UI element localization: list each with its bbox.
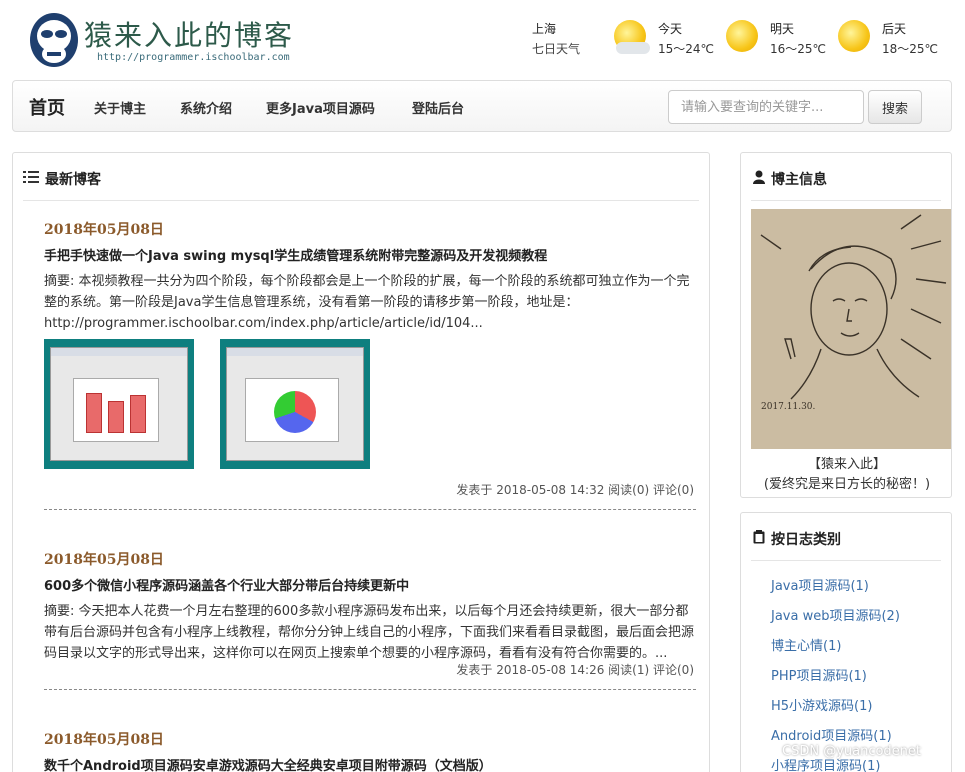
sun-icon (838, 20, 870, 52)
bar-chart-thumbnail (73, 378, 159, 442)
top-navbar: 首页 关于博主 系统介绍 更多Java项目源码 登陆后台 搜索 (12, 80, 952, 132)
post-date: 2018年05月08日 (44, 732, 164, 748)
thumb-bar (108, 401, 124, 433)
weather-day-temp: 15～24℃ (658, 42, 715, 56)
caricature-sketch: 2017.11.30. (751, 209, 951, 449)
blogger-info-panel: 博主信息 2017.11.30. 【猿来入此】 (爱终究是来日方长的秘密！) (740, 152, 952, 498)
weather-city: 上海 (532, 22, 557, 36)
post-meta: 发表于 2018-05-08 14:26 阅读(1) 评论(0) (452, 661, 694, 678)
weather-subtitle: 七日天气 (532, 42, 581, 56)
sketch-date: 2017.11.30. (761, 402, 816, 412)
panel-heading: 按日志类别 (751, 527, 941, 561)
weather-day-name: 今天 (658, 22, 683, 36)
window-titlebar (51, 348, 187, 356)
category-link[interactable]: PHP项目源码(1) (771, 665, 900, 695)
csdn-watermark: CSDN @yuancodenet (782, 744, 922, 759)
site-title[interactable]: 猿来入此的博客 (84, 14, 294, 54)
sun-icon (726, 20, 758, 52)
list-icon (23, 171, 39, 183)
panel-heading: 最新博客 (23, 167, 699, 201)
post-title-link[interactable]: 手把手快速做一个Java swing mysql学生成绩管理系统附带完整源码及开… (44, 245, 547, 264)
panel-title: 最新博客 (45, 172, 101, 188)
post-summary: 摘要: 本视频教程一共分为四个阶段，每个阶段都会是上一个阶段的扩展，每一个阶段的… (44, 274, 690, 331)
pie-chart-thumbnail (245, 378, 339, 442)
post-thumbnail[interactable] (220, 339, 370, 469)
screenshot-window (226, 347, 364, 461)
post-date: 2018年05月08日 (44, 552, 164, 568)
post-thumbnail[interactable] (44, 339, 194, 469)
post-summary: 摘要: 今天把本人花费一个月左右整理的600多款小程序源码发布出来，以后每个月还… (44, 604, 695, 661)
monkey-logo-icon[interactable] (28, 8, 80, 68)
nav-about-link[interactable]: 关于博主 (94, 98, 146, 117)
site-header: 猿来入此的博客 http://programmer.ischoolbar.com… (0, 0, 965, 78)
thumb-pie (274, 391, 316, 433)
post-title-link[interactable]: 数千个Android项目源码安卓游戏源码大全经典安卓项目附带源码（文档版） (44, 755, 492, 772)
weather-day-temp: 16～25℃ (770, 42, 827, 56)
weather-day-name: 明天 (770, 22, 795, 36)
post-divider (44, 689, 696, 690)
window-titlebar (227, 348, 363, 356)
nav-system-link[interactable]: 系统介绍 (180, 98, 232, 117)
latest-blogs-panel: 最新博客 2018年05月08日 手把手快速做一个Java swing mysq… (12, 152, 710, 772)
nav-login-link[interactable]: 登陆后台 (412, 98, 464, 117)
weather-day-tomorrow: 明天 16～25℃ (726, 18, 836, 62)
panel-title: 按日志类别 (771, 532, 841, 548)
search-button[interactable]: 搜索 (868, 90, 922, 124)
nav-home-link[interactable]: 首页 (29, 94, 65, 120)
category-link[interactable]: 博主心情(1) (771, 635, 900, 665)
thumb-bar (86, 393, 102, 433)
site-url[interactable]: http://programmer.ischoolbar.com (97, 52, 290, 63)
weather-day-temp: 18～25℃ (882, 42, 939, 56)
blog-post: 2018年05月08日 手把手快速做一个Java swing mysql学生成绩… (44, 215, 696, 515)
category-list: Java项目源码(1) Java web项目源码(2) 博主心情(1) PHP项… (771, 575, 900, 772)
post-date: 2018年05月08日 (44, 222, 164, 238)
category-panel: 按日志类别 Java项目源码(1) Java web项目源码(2) 博主心情(1… (740, 512, 952, 772)
panel-heading: 博主信息 (751, 167, 941, 201)
screenshot-window (50, 347, 188, 461)
post-title-link[interactable]: 600多个微信小程序源码涵盖各个行业大部分带后台持续更新中 (44, 575, 409, 594)
thumb-bar (130, 395, 146, 433)
nav-more-java-link[interactable]: 更多Java项目源码 (266, 98, 375, 117)
user-icon (753, 170, 765, 184)
blog-post: 2018年05月08日 数千个Android项目源码安卓游戏源码大全经典安卓项目… (44, 725, 696, 772)
category-link[interactable]: H5小游戏源码(1) (771, 695, 900, 725)
avatar-caption-motto: (爱终究是来日方长的秘密！) (763, 477, 931, 492)
cloud-icon (616, 42, 650, 54)
blog-post: 2018年05月08日 600多个微信小程序源码涵盖各个行业大部分带后台持续更新… (44, 545, 696, 695)
search-input[interactable] (668, 90, 864, 124)
category-link[interactable]: Java项目源码(1) (771, 575, 900, 605)
clipboard-icon (753, 530, 765, 544)
blogger-avatar[interactable]: 2017.11.30. (751, 209, 951, 449)
avatar-caption-name: 【猿来入此】 (807, 457, 886, 472)
weather-day-after: 后天 18～25℃ (838, 18, 948, 62)
post-divider (44, 509, 696, 510)
post-meta: 发表于 2018-05-08 14:32 阅读(0) 评论(0) (456, 483, 694, 497)
weather-day-name: 后天 (882, 22, 907, 36)
category-link[interactable]: Java web项目源码(2) (771, 605, 900, 635)
panel-title: 博主信息 (771, 172, 827, 188)
weather-day-today: 今天 15～24℃ (614, 18, 724, 62)
